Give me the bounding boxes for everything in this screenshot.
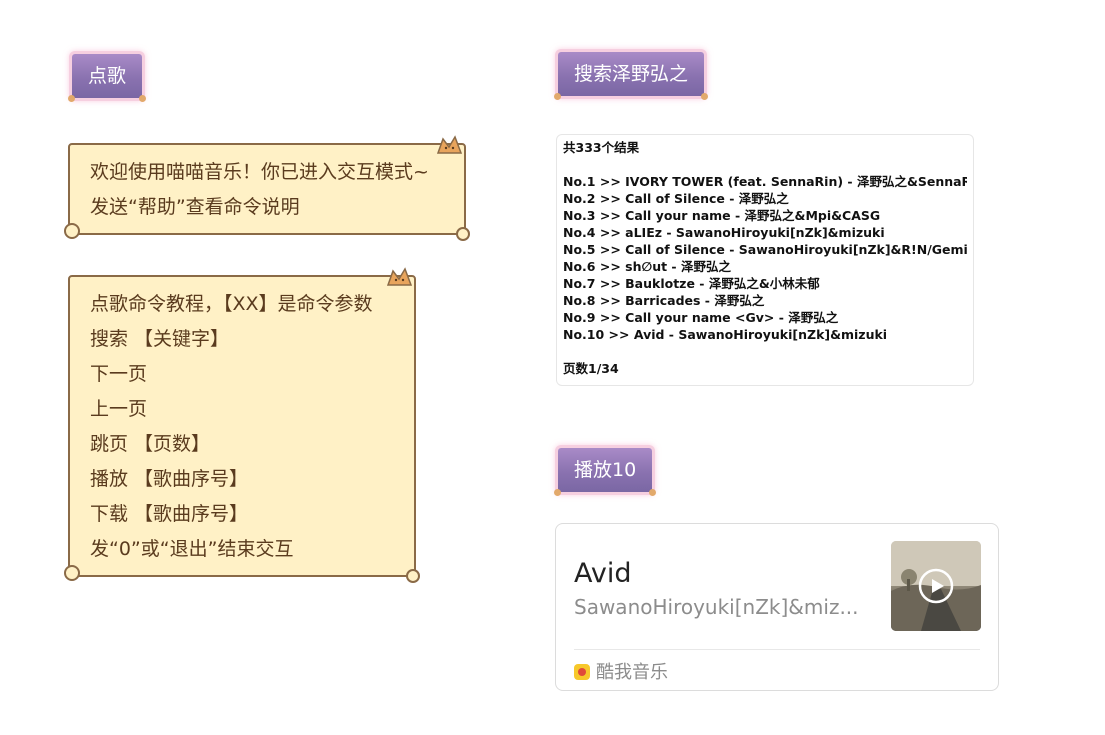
cat-ear-icon (436, 135, 463, 154)
tutorial-line: 跳页 【页数】 (90, 433, 211, 455)
bubble-decoration (701, 93, 709, 100)
bubble-decoration (554, 489, 561, 496)
user-message-bubble: 搜索泽野弘之 (554, 52, 709, 100)
result-row: No.7 >> Bauklotze - 泽野弘之&小林未郁 (563, 276, 820, 291)
song-artist: SawanoHiroyuki[nZk]&miz... (574, 595, 859, 619)
bubble-decoration (68, 95, 75, 102)
cat-ear-icon (386, 267, 413, 286)
bot-welcome-bubble: 欢迎使用喵喵音乐！你已进入交互模式~ 发送“帮助”查看命令说明 (64, 135, 470, 241)
scroll-curl (456, 227, 470, 241)
result-row: No.1 >> IVORY TOWER (feat. SennaRin) - 泽… (563, 174, 967, 189)
tutorial-line: 下载 【歌曲序号】 (90, 503, 249, 525)
scroll-curl (406, 569, 420, 583)
card-divider (574, 649, 980, 650)
user-message-bubble: 播放10 (554, 448, 657, 496)
song-title: Avid (574, 558, 632, 589)
scroll-curl (64, 223, 80, 239)
result-row: No.10 >> Avid - SawanoHiroyuki[nZk]&mizu… (563, 327, 888, 342)
music-source: 酷我音乐 (574, 658, 668, 684)
welcome-line: 发送“帮助”查看命令说明 (90, 196, 300, 218)
result-row: No.4 >> aLIEz - SawanoHiroyuki[nZk]&mizu… (563, 225, 885, 240)
result-row: No.6 >> sh∅ut - 泽野弘之 (563, 259, 731, 274)
result-row: No.9 >> Call your name <Gv> - 泽野弘之 (563, 310, 839, 325)
result-row: No.2 >> Call of Silence - 泽野弘之 (563, 191, 789, 206)
bubble-decoration (649, 489, 657, 496)
kuwo-logo-icon (574, 664, 590, 680)
message-text: 播放10 (574, 459, 637, 481)
source-label: 酷我音乐 (596, 662, 668, 683)
bot-tutorial-bubble: 点歌命令教程，【XX】是命令参数 搜索 【关键字】 下一页 上一页 跳页 【页数… (64, 267, 420, 583)
scroll-curl (64, 565, 80, 581)
album-cover[interactable] (891, 541, 981, 631)
tutorial-line: 上一页 (90, 398, 148, 420)
bubble-decoration (139, 95, 147, 102)
message-text: 搜索泽野弘之 (574, 63, 689, 85)
music-share-card[interactable]: Avid SawanoHiroyuki[nZk]&miz... 酷我音乐 (555, 523, 999, 691)
tutorial-line: 点歌命令教程，【XX】是命令参数 (90, 293, 373, 315)
result-row: No.8 >> Barricades - 泽野弘之 (563, 293, 765, 308)
tutorial-line: 播放 【歌曲序号】 (90, 468, 249, 490)
user-message-bubble: 点歌 (68, 54, 147, 102)
bubble-decoration (554, 93, 561, 100)
play-icon[interactable] (918, 568, 954, 604)
welcome-line: 欢迎使用喵喵音乐！你已进入交互模式~ (90, 161, 429, 183)
result-row: No.5 >> Call of Silence - SawanoHiroyuki… (563, 242, 967, 257)
message-text: 点歌 (88, 65, 127, 87)
page-indicator: 页数1/34 (563, 361, 619, 376)
tutorial-line: 发“0”或“退出”结束交互 (90, 538, 294, 560)
tutorial-line: 搜索 【关键字】 (90, 328, 230, 350)
tutorial-line: 下一页 (90, 363, 148, 385)
result-count: 共333个结果 (563, 140, 640, 155)
result-row: No.3 >> Call your name - 泽野弘之&Mpi&CASG (563, 208, 881, 223)
search-result-card: 共333个结果 No.1 >> IVORY TOWER (feat. Senna… (556, 134, 974, 386)
